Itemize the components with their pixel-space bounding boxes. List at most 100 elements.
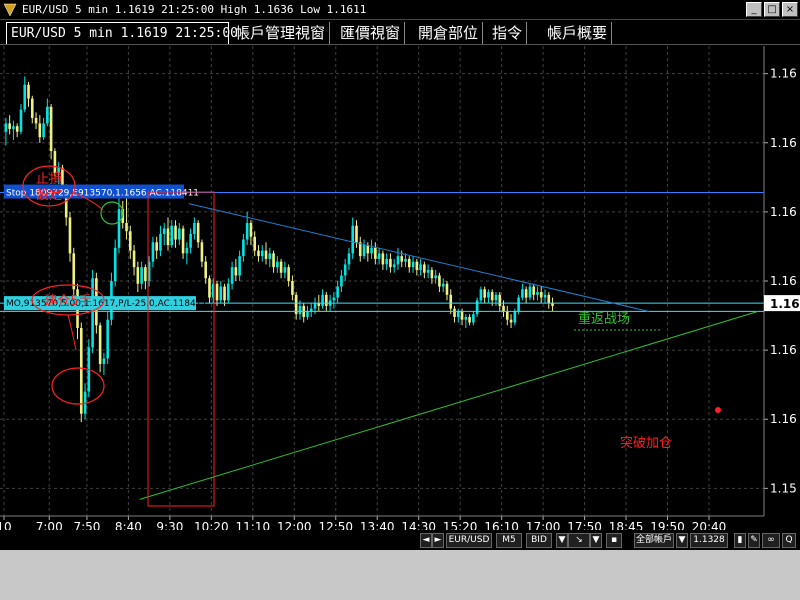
candle-body-133 <box>505 311 509 320</box>
candle-body-53 <box>204 261 207 279</box>
candle-body-112 <box>426 269 430 273</box>
candle-body-60 <box>230 267 234 284</box>
candle-body-69 <box>264 250 268 259</box>
chart-grid <box>0 46 800 517</box>
query-button[interactable]: Q <box>782 533 796 548</box>
annotation-breakout: 突破加仓 <box>620 435 672 451</box>
candle-body-132 <box>502 305 505 312</box>
candle-body-29 <box>113 247 117 281</box>
candle-body-92 <box>351 225 355 254</box>
candle-body-111 <box>423 264 426 273</box>
candle-body-17 <box>68 217 72 254</box>
symbol-field[interactable]: EUR/USD <box>446 533 492 548</box>
candle-body-32 <box>125 222 128 232</box>
candle-body-65 <box>249 222 253 237</box>
candle-body-108 <box>411 261 415 268</box>
candle-body-3 <box>15 126 19 132</box>
candle-body-6 <box>27 84 30 99</box>
annotation-return: 重返战场 <box>578 311 630 327</box>
candle-body-37 <box>144 267 147 281</box>
candle-body-121 <box>460 311 464 320</box>
bar-chart-icon[interactable]: ▮ <box>734 533 746 548</box>
candle-body-74 <box>283 267 287 273</box>
candle-body-26 <box>102 358 106 364</box>
candle-body-102 <box>389 258 392 268</box>
price-field: 1.1328 <box>690 533 728 548</box>
account-dropdown-icon[interactable]: ▼ <box>676 533 688 548</box>
candle-body-35 <box>136 267 140 284</box>
candle-body-73 <box>279 261 283 273</box>
y-tick-label-5: 1.16 <box>770 136 797 150</box>
candle-body-107 <box>407 258 411 268</box>
candle-body-2 <box>12 126 15 129</box>
candle-body-57 <box>219 286 223 301</box>
candle-body-138 <box>524 289 528 298</box>
pencil-icon[interactable]: ✎ <box>748 533 760 548</box>
candle-body-131 <box>498 294 502 306</box>
candle-body-62 <box>238 256 241 276</box>
candle-body-9 <box>38 123 42 138</box>
candle-body-25 <box>98 325 102 364</box>
candle-body-18 <box>72 253 76 290</box>
draw-tool-icon[interactable]: ↘ <box>568 533 590 548</box>
candle-body-142 <box>539 292 543 298</box>
y-tick-label-2: 1.16 <box>770 343 797 357</box>
breakout-point <box>715 407 721 413</box>
candle-body-47 <box>181 228 185 254</box>
candle-body-72 <box>276 261 279 268</box>
candle-body-115 <box>438 275 441 287</box>
price-chart[interactable]: Stop 1809729,E913570,1.1656,AC.118411MO,… <box>0 0 800 550</box>
candle-body-113 <box>430 269 434 279</box>
candle-body-91 <box>347 253 351 265</box>
candle-body-130 <box>494 294 498 301</box>
candle-body-41 <box>159 234 162 251</box>
candle-body-30 <box>117 209 121 248</box>
account-selector[interactable]: 全部帳戶 <box>634 533 674 548</box>
candle-body-126 <box>479 289 483 301</box>
scroll-left-button[interactable]: ◄ <box>420 533 432 548</box>
y-tick-label-0: 1.15 <box>770 481 797 495</box>
candle-body-42 <box>162 228 166 234</box>
scroll-right-button[interactable]: ► <box>432 533 444 548</box>
candle-body-97 <box>370 247 373 254</box>
candle-body-101 <box>385 258 388 265</box>
dropdown-icon[interactable]: ▼ <box>556 533 568 548</box>
candle-body-5 <box>23 84 27 110</box>
candle-body-125 <box>475 300 479 315</box>
candle-body-59 <box>227 283 230 301</box>
candle-body-39 <box>151 242 155 262</box>
candle-body-84 <box>321 294 324 306</box>
candle-body-98 <box>374 247 377 259</box>
candle-body-75 <box>287 267 290 281</box>
candle-body-64 <box>245 222 249 240</box>
side-field[interactable]: BID <box>526 533 552 548</box>
candle-body-56 <box>215 283 219 301</box>
annotation-stop-2: 設定 <box>36 187 62 203</box>
candle-body-129 <box>490 292 494 301</box>
candle-body-127 <box>483 289 486 298</box>
candle-body-11 <box>46 106 49 124</box>
candle-body-20 <box>79 328 83 414</box>
tool-dropdown-icon[interactable]: ▼ <box>590 533 602 548</box>
candle-body-87 <box>332 297 336 301</box>
link-icon[interactable]: ∞ <box>762 533 780 548</box>
candle-body-117 <box>445 283 449 295</box>
candle-body-82 <box>313 303 317 309</box>
timeframe-field[interactable]: M5 <box>496 533 522 548</box>
candle-body-134 <box>509 319 513 323</box>
candle-body-88 <box>336 286 339 298</box>
annotation-stop-1: 止損 <box>36 172 62 187</box>
lock-icon[interactable]: ▪ <box>606 533 622 548</box>
candle-body-123 <box>468 316 471 323</box>
current-price-label: 1.16 <box>770 297 800 311</box>
candle-body-143 <box>543 294 547 298</box>
stop-loss-label: Stop 1809729,E913570,1.1656,AC.118411 <box>6 189 199 199</box>
candle-body-71 <box>272 253 275 268</box>
candle-body-93 <box>355 225 358 243</box>
candle-body-124 <box>472 314 475 323</box>
candle-body-135 <box>513 311 517 323</box>
candle-body-85 <box>325 294 328 306</box>
candle-body-43 <box>166 228 170 246</box>
candle-body-122 <box>464 316 468 320</box>
candle-body-61 <box>234 267 238 276</box>
